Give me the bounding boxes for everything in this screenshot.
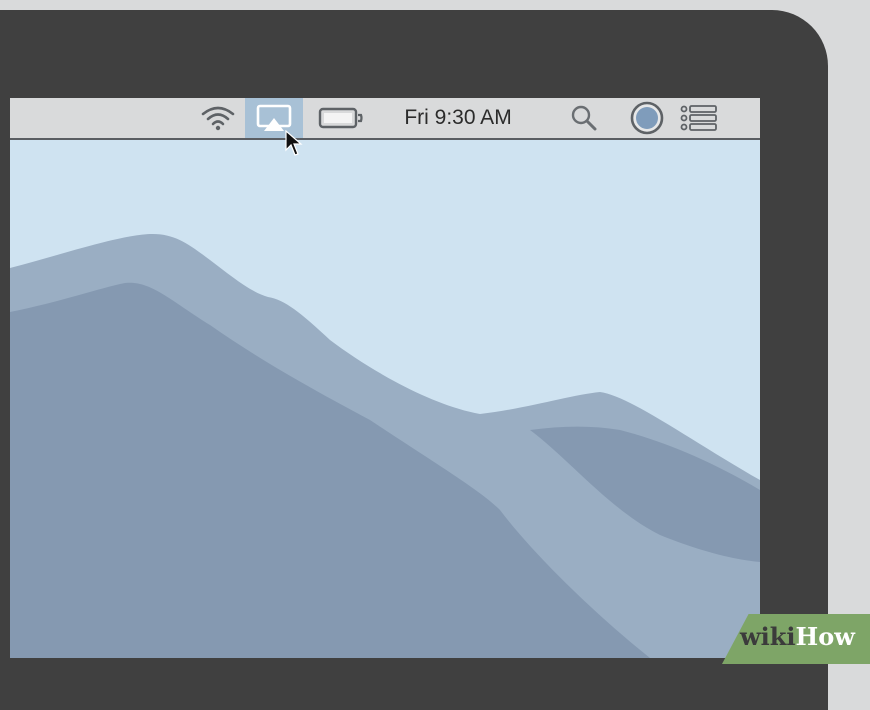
spotlight-status-item[interactable] — [566, 98, 602, 138]
clock-text: Fri 9:30 AM — [404, 106, 512, 129]
mouse-cursor — [285, 130, 303, 156]
watermark-logo: wikiHow — [740, 622, 855, 651]
wifi-status-item[interactable] — [195, 98, 241, 138]
wifi-icon — [201, 106, 235, 131]
menu-bar: Fri 9:30 AM — [10, 98, 760, 140]
airplay-icon — [256, 104, 292, 131]
watermark-part-2: How — [795, 622, 855, 651]
watermark-part-1: wiki — [740, 622, 796, 651]
battery-status-item[interactable] — [313, 98, 369, 138]
siri-status-item[interactable] — [627, 98, 667, 138]
mountain-wallpaper — [10, 233, 760, 658]
search-icon — [571, 105, 597, 131]
clock-status-item[interactable]: Fri 9:30 AM — [390, 98, 526, 138]
screen: Fri 9:30 AM — [10, 98, 760, 658]
siri-icon — [630, 101, 664, 135]
notification-center-status-item[interactable] — [676, 98, 722, 138]
battery-icon — [318, 107, 363, 129]
notification-center-icon — [680, 105, 717, 131]
